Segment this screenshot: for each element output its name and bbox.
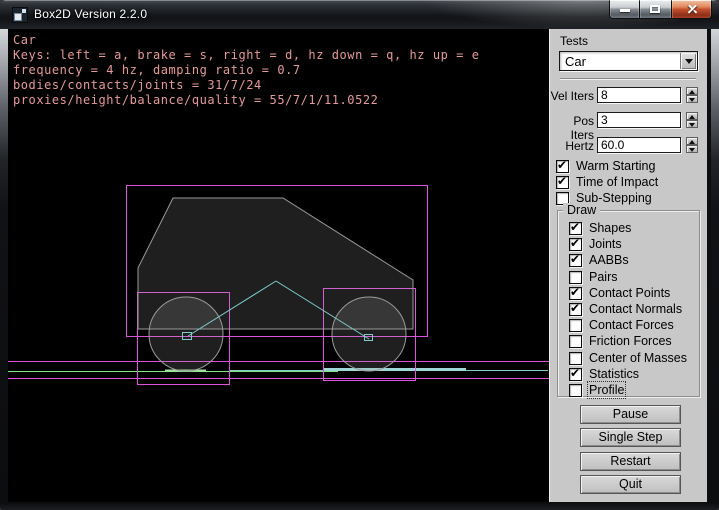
checkbox-label-contact-forces[interactable]: Contact Forces [589,318,674,332]
hertz-spinner-up-button[interactable] [686,137,698,145]
front-wheel-shape [149,297,223,371]
vel-iters-label: Vel Iters [550,89,594,103]
checkbox-time-of-impact[interactable]: ✔ [556,176,569,189]
app-icon [12,7,28,23]
window-border-left [0,29,8,502]
window-border-right [711,29,719,502]
minimize-button[interactable] [609,0,640,19]
pos-iters-spinner-up-button[interactable] [686,112,698,120]
debug-text-line: Keys: left = a, brake = s, right = d, hz… [13,48,479,63]
restart-button[interactable]: Restart [580,452,681,471]
vel-iters-input[interactable] [597,87,681,103]
checkmark-icon: ✔ [557,158,567,172]
spinner-row-vel-iters: Vel Iters [550,88,708,104]
checkbox-joints[interactable]: ✔ [569,238,582,251]
checkbox-friction-forces[interactable] [569,335,582,348]
checkbox-contact-points[interactable]: ✔ [569,287,582,300]
pos-iters-spinner [686,112,698,128]
checkbox-label-warm-starting[interactable]: Warm Starting [576,159,655,173]
checkbox-shapes[interactable]: ✔ [569,222,582,235]
tests-dropdown-value: Car [565,54,586,69]
checkmark-icon: ✔ [557,174,567,188]
tests-dropdown-button[interactable] [680,53,696,69]
hertz-input[interactable] [597,137,681,153]
hertz-label: Hertz [550,139,594,153]
window-title: Box2D Version 2.2.0 [34,7,147,21]
close-icon [687,4,698,15]
tests-dropdown[interactable]: Car [559,51,698,71]
pos-iters-spinner-down-button[interactable] [686,120,698,128]
checkbox-statistics[interactable]: ✔ [569,368,582,381]
checkbox-label-friction-forces[interactable]: Friction Forces [589,334,672,348]
draw-groupbox: Draw ✔Shapes✔Joints✔AABBsPairs✔Contact P… [557,210,700,397]
vel-iters-spinner-up-button[interactable] [686,87,698,95]
checkbox-label-joints[interactable]: Joints [589,237,622,251]
draw-group-title: Draw [563,203,600,217]
checkbox-warm-starting[interactable]: ✔ [556,160,569,173]
app-window: Box2D Version 2.2.0 [0,0,719,510]
checkbox-pairs[interactable] [569,271,582,284]
debug-text-line: frequency = 4 hz, damping ratio = 0.7 [13,63,479,78]
spinner-row-hertz: Hertz [550,138,708,154]
maximize-button[interactable] [640,0,671,19]
hertz-spinner [686,137,698,153]
arrow-down-icon [689,148,695,152]
close-button[interactable] [671,0,712,19]
checkbox-label-shapes[interactable]: Shapes [589,221,631,235]
checkbox-label-profile[interactable]: Profile [589,383,624,397]
caption-buttons [609,0,712,19]
checkbox-label-statistics[interactable]: Statistics [589,367,639,381]
single-step-button[interactable]: Single Step [580,428,681,447]
arrow-down-icon [689,123,695,127]
vel-iters-spinner [686,87,698,103]
checkbox-label-time-of-impact[interactable]: Time of Impact [576,175,658,189]
checkbox-label-aabbs[interactable]: AABBs [589,253,629,267]
checkmark-icon: ✔ [570,220,580,234]
tests-label: Tests [560,34,588,48]
debug-text-line: proxies/height/balance/quality = 55/7/1/… [13,93,479,108]
arrow-up-icon [689,140,695,144]
chevron-down-icon [685,59,693,64]
vel-iters-spinner-down-button[interactable] [686,95,698,103]
simulation-canvas[interactable]: CarKeys: left = a, brake = s, right = d,… [8,29,549,502]
hertz-spinner-down-button[interactable] [686,145,698,153]
arrow-up-icon [689,90,695,94]
spinner-row-pos-iters: Pos Iters [550,113,708,129]
maximize-icon [650,5,660,13]
arrow-down-icon [689,98,695,102]
checkbox-contact-normals[interactable]: ✔ [569,303,582,316]
checkmark-icon: ✔ [570,252,580,266]
debug-text-line: bodies/contacts/joints = 31/7/24 [13,78,479,93]
checkbox-label-center-of-masses[interactable]: Center of Masses [589,351,687,365]
debug-text-line: Car [13,33,479,48]
checkbox-center-of-masses[interactable] [569,352,582,365]
checkmark-icon: ✔ [570,236,580,250]
checkmark-icon: ✔ [570,285,580,299]
window-border-bottom [0,502,719,510]
pos-iters-input[interactable] [597,112,681,128]
separator [560,78,696,80]
control-sidebar: Tests Car Vel Iters Pos Iters Hertz ✔ Warm … [549,29,707,502]
minimize-icon [620,9,630,12]
arrow-up-icon [689,115,695,119]
pause-button[interactable]: Pause [580,405,681,424]
checkbox-contact-forces[interactable] [569,319,582,332]
checkmark-icon: ✔ [570,301,580,315]
debug-text: CarKeys: left = a, brake = s, right = d,… [13,33,479,108]
checkbox-label-contact-points[interactable]: Contact Points [589,286,670,300]
quit-button[interactable]: Quit [580,475,681,494]
checkbox-label-contact-normals[interactable]: Contact Normals [589,302,682,316]
checkmark-icon: ✔ [570,366,580,380]
checkbox-profile[interactable] [569,384,582,397]
checkbox-label-pairs[interactable]: Pairs [589,270,617,284]
titlebar[interactable]: Box2D Version 2.2.0 [0,0,719,29]
checkbox-aabbs[interactable]: ✔ [569,254,582,267]
